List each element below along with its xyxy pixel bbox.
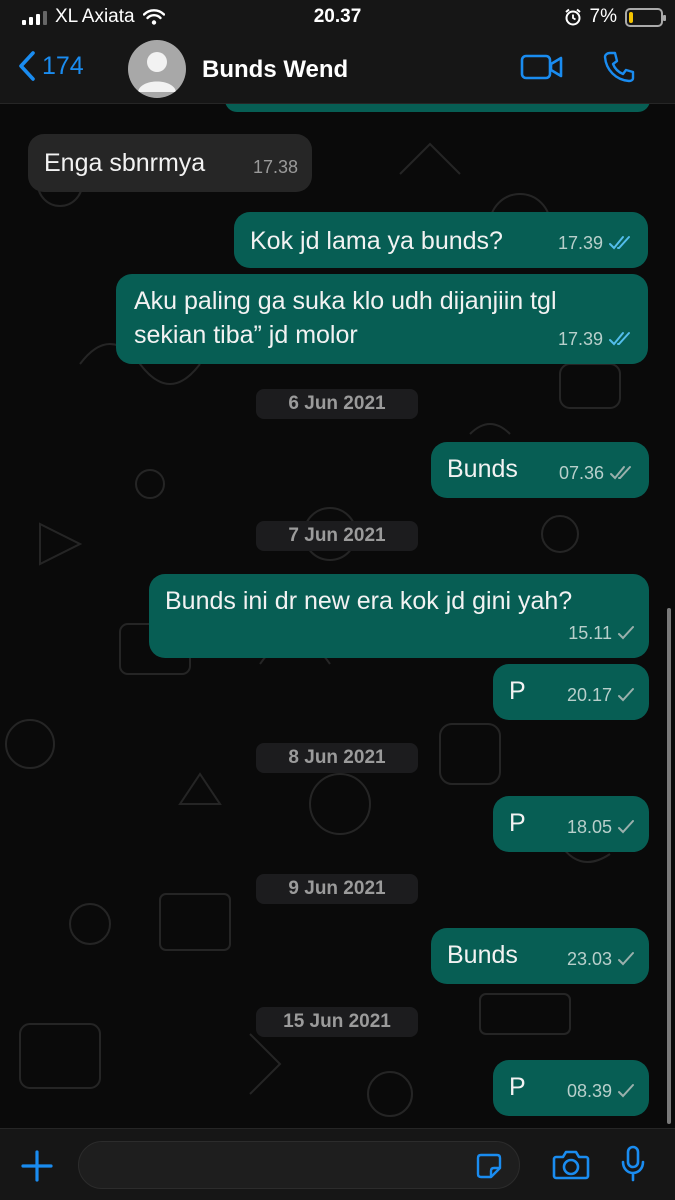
- message-time: 17.39: [557, 329, 603, 349]
- message-bubble[interactable]: Kok jd lama ya bunds? 17.39: [234, 212, 648, 268]
- message-text: Bunds: [447, 455, 518, 483]
- microphone-icon[interactable]: [620, 1145, 646, 1183]
- message-meta: 17.39: [558, 322, 634, 356]
- single-check-icon: [618, 820, 634, 834]
- message-meta: 15.11: [568, 616, 635, 650]
- message-bubble[interactable]: Bunds 07.36: [431, 442, 649, 498]
- message-bubble[interactable]: P 18.05: [493, 796, 649, 852]
- battery-percent: 7%: [589, 6, 617, 27]
- video-camera-icon[interactable]: [520, 52, 564, 82]
- message-meta: 23.03: [567, 942, 635, 976]
- message-time: 17.39: [557, 233, 603, 253]
- single-check-icon: [618, 626, 634, 640]
- alarm-icon: [564, 8, 581, 26]
- date-divider: 8 Jun 2021: [256, 743, 418, 773]
- message-time: 20.17: [566, 685, 612, 705]
- message-bubble[interactable]: Aku paling ga suka klo udh dijanjiin tgl…: [116, 274, 648, 364]
- message-text: Kok jd lama ya bunds?: [250, 227, 503, 255]
- message-text: P: [509, 809, 526, 837]
- message-time: 15.11: [568, 623, 612, 643]
- message-text: Bunds: [447, 941, 518, 969]
- message-text: P: [509, 1073, 526, 1101]
- input-bar: [0, 1128, 675, 1200]
- message-text: P: [509, 677, 526, 705]
- message-input[interactable]: [78, 1141, 520, 1189]
- message-time: 17.38: [252, 157, 298, 177]
- contact-name[interactable]: Bunds Wend: [202, 56, 348, 84]
- message-bubble[interactable]: Enga sbnrmya 17.38: [28, 134, 312, 192]
- message-time: 18.05: [566, 817, 612, 837]
- phone-icon[interactable]: [602, 50, 636, 84]
- message-time: 07.36: [558, 463, 604, 483]
- message-meta: 18.05: [567, 810, 635, 844]
- status-right: 7%: [564, 6, 666, 28]
- status-bar: XL Axiata 20.37 7%: [0, 0, 675, 36]
- single-check-icon: [618, 952, 634, 966]
- message-bubble[interactable]: P 08.39: [493, 1060, 649, 1116]
- date-divider: 6 Jun 2021: [256, 389, 418, 419]
- battery-icon: [625, 7, 666, 27]
- chat-header: 174 Bunds Wend: [0, 36, 675, 104]
- person-icon: [138, 52, 176, 92]
- scrollbar[interactable]: [667, 608, 671, 1124]
- single-check-icon: [618, 688, 634, 702]
- date-divider: 15 Jun 2021: [256, 1007, 418, 1037]
- message-bubble-partial: [225, 104, 650, 112]
- message-meta: 17.38: [253, 150, 298, 184]
- message-meta: 08.39: [567, 1074, 635, 1108]
- double-check-icon: [609, 332, 630, 346]
- message-meta: 17.39: [558, 226, 634, 260]
- message-bubble[interactable]: P 20.17: [493, 664, 649, 720]
- back-button[interactable]: 174: [18, 50, 84, 82]
- double-check-icon: [610, 466, 631, 480]
- camera-icon[interactable]: [552, 1149, 590, 1181]
- message-bubble[interactable]: Bunds ini dr new era kok jd gini yah? 15…: [149, 574, 649, 658]
- message-meta: 07.36: [559, 456, 635, 490]
- date-divider: 9 Jun 2021: [256, 874, 418, 904]
- back-count: 174: [42, 51, 84, 80]
- chat-area[interactable]: Enga sbnrmya 17.38 Kok jd lama ya bunds?…: [0, 104, 675, 1128]
- plus-icon[interactable]: [20, 1149, 54, 1183]
- chevron-left-icon: [19, 51, 35, 81]
- single-check-icon: [618, 1084, 634, 1098]
- message-text: Enga sbnrmya: [44, 149, 206, 177]
- message-meta: 20.17: [567, 678, 635, 712]
- message-time: 23.03: [566, 949, 612, 969]
- avatar[interactable]: [128, 40, 186, 98]
- date-divider: 7 Jun 2021: [256, 521, 418, 551]
- message-text: Bunds ini dr new era kok jd gini yah?: [165, 587, 573, 615]
- message-time: 08.39: [566, 1081, 612, 1101]
- sticker-icon[interactable]: [475, 1152, 503, 1180]
- message-bubble[interactable]: Bunds 23.03: [431, 928, 649, 984]
- double-check-icon: [609, 236, 630, 250]
